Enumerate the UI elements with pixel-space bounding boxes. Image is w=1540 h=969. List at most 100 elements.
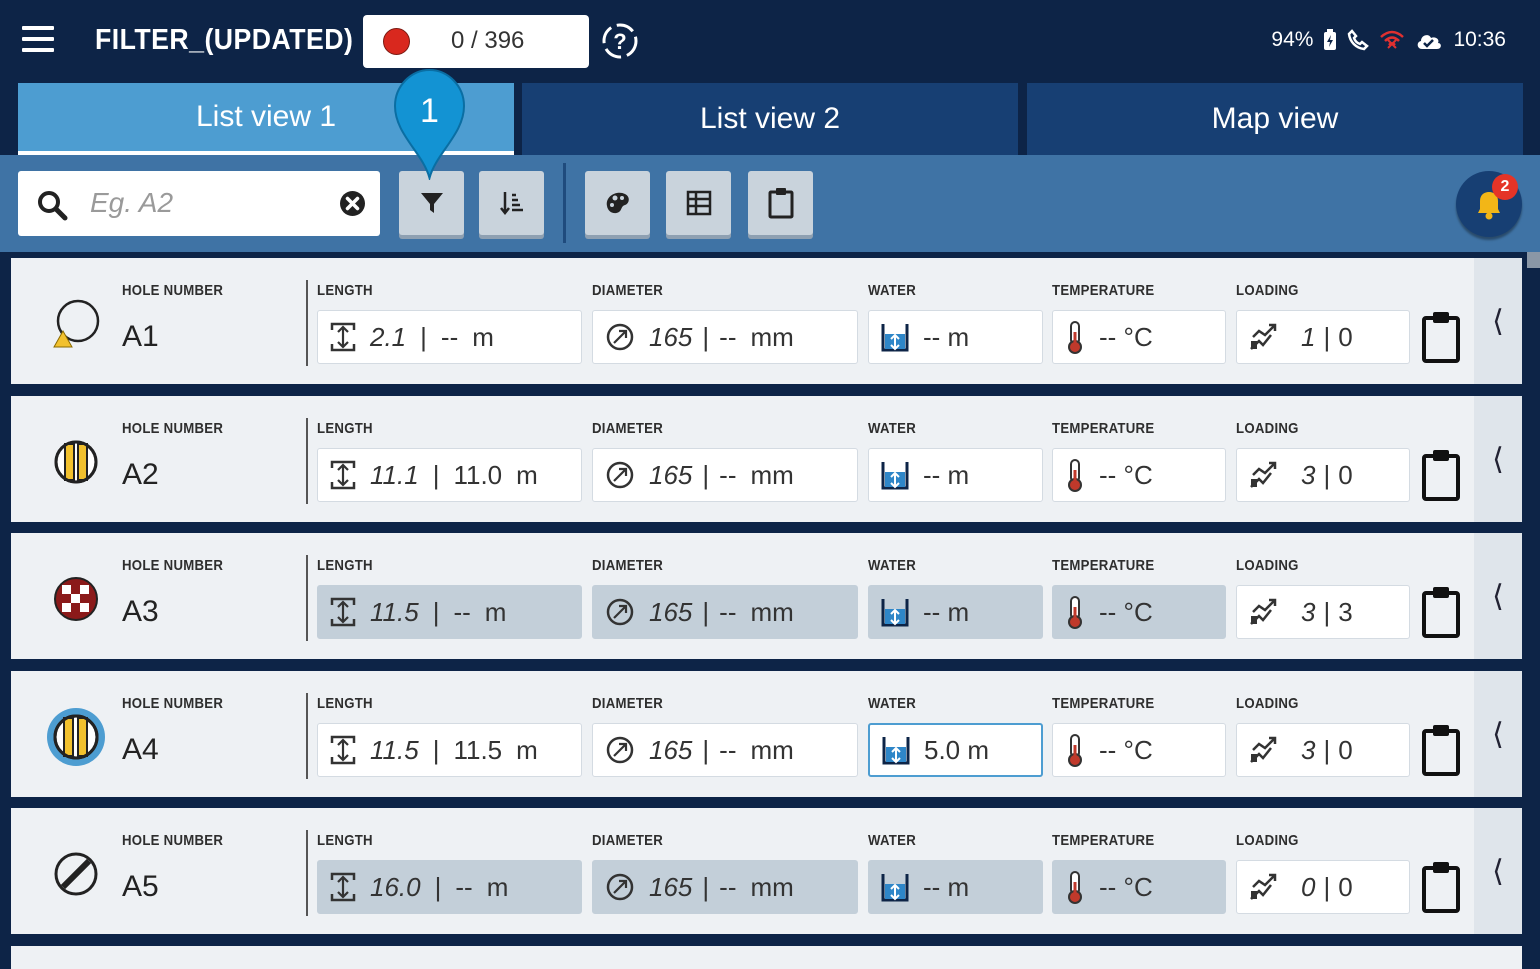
length-field[interactable]: 2.1 | -- m — [317, 310, 582, 364]
length-planned: 2.1 — [370, 321, 407, 352]
diameter-field[interactable]: 165 | -- mm — [592, 860, 858, 914]
temperature-field[interactable]: -- °C — [1052, 448, 1226, 502]
water-label: WATER — [868, 420, 917, 437]
tab-list-view-2[interactable]: List view 2 — [522, 83, 1018, 155]
length-field[interactable]: 11.5 | -- m — [317, 585, 582, 639]
water-field[interactable]: -- m — [868, 860, 1043, 914]
loading-field[interactable]: 3 | 3 — [1236, 585, 1410, 639]
expand-row-handle[interactable]: ⟨ — [1474, 808, 1522, 934]
diameter-planned: 165 — [649, 734, 693, 765]
temperature-field[interactable]: -- °C — [1052, 310, 1226, 364]
loading-actual: 0 — [1338, 871, 1353, 902]
diameter-unit: mm — [750, 596, 794, 627]
length-measured: -- — [440, 321, 459, 352]
record-dot-icon — [383, 28, 410, 55]
diameter-field[interactable]: 165 | -- mm — [592, 585, 858, 639]
water-value: -- m — [923, 321, 970, 352]
loading-field[interactable]: 1 | 0 — [1236, 310, 1410, 364]
diameter-label: DIAMETER — [592, 282, 664, 299]
list-item[interactable]: HOLE NUMBER A1 LENGTH 2.1 | -- m DIAMETE… — [11, 258, 1522, 384]
diameter-measured: -- — [719, 871, 737, 902]
water-icon — [881, 322, 909, 352]
striped-circle-icon — [51, 437, 101, 487]
phone-call-icon — [1347, 29, 1370, 51]
length-field[interactable]: 11.5 | 11.5 m — [317, 723, 582, 777]
loading-field[interactable]: 0 | 0 — [1236, 860, 1410, 914]
thermometer-icon — [1065, 458, 1085, 492]
temperature-value: -- °C — [1099, 734, 1153, 765]
loading-planned: 3 — [1301, 734, 1316, 765]
expand-row-handle[interactable]: ⟨ — [1474, 671, 1522, 797]
length-unit: m — [516, 734, 538, 765]
length-label: LENGTH — [317, 420, 373, 437]
length-field[interactable]: 11.1 | 11.0 m — [317, 448, 582, 502]
temperature-field[interactable]: -- °C — [1052, 860, 1226, 914]
temperature-field[interactable]: -- °C — [1052, 585, 1226, 639]
diameter-field[interactable]: 165 | -- mm — [592, 448, 858, 502]
filter-button[interactable] — [399, 171, 464, 235]
length-measured: -- — [453, 596, 471, 627]
loading-label: LOADING — [1236, 557, 1299, 574]
clock: 10:36 — [1453, 28, 1506, 51]
hole-number-label: HOLE NUMBER — [122, 420, 224, 437]
scrollbar[interactable] — [1527, 252, 1540, 268]
loading-label: LOADING — [1236, 832, 1299, 849]
clipboard-button[interactable] — [748, 171, 813, 235]
color-palette-button[interactable] — [585, 171, 650, 235]
water-field[interactable]: -- m — [868, 310, 1043, 364]
water-icon — [881, 872, 909, 902]
water-label: WATER — [868, 695, 917, 712]
list-item[interactable]: HOLE NUMBER A2 LENGTH 11.1 | 11.0 m DIAM… — [11, 396, 1522, 522]
list-item[interactable]: HOLE NUMBER A5 LENGTH 16.0 | -- m DIAMET… — [11, 808, 1522, 934]
help-icon[interactable]: ? — [601, 22, 639, 60]
length-unit: m — [486, 871, 509, 902]
tab-label: Map view — [1211, 102, 1339, 135]
length-field[interactable]: 16.0 | -- m — [317, 860, 582, 914]
tab-label: List view 1 — [195, 100, 337, 133]
list-item[interactable]: HOLE NUMBER A4 LENGTH 11.5 | 11.5 m DIAM… — [11, 671, 1522, 797]
sort-button[interactable] — [479, 171, 544, 235]
diameter-field[interactable]: 165 | -- mm — [592, 310, 858, 364]
water-field[interactable]: -- m — [868, 585, 1043, 639]
length-planned: 11.5 — [370, 596, 419, 627]
diameter-field[interactable]: 165 | -- mm — [592, 723, 858, 777]
diameter-measured: -- — [719, 596, 737, 627]
striped-circle-selected-icon — [47, 708, 105, 766]
water-value: -- m — [923, 596, 970, 627]
list-item[interactable]: HOLE NUMBER A3 LENGTH 11.5 | -- m DIAMET… — [11, 533, 1522, 659]
loading-field[interactable]: 3 | 0 — [1236, 723, 1410, 777]
clipboard-icon[interactable] — [1421, 723, 1461, 782]
temperature-field[interactable]: -- °C — [1052, 723, 1226, 777]
water-field[interactable]: 5.0 m — [868, 723, 1043, 777]
column-divider — [306, 555, 308, 641]
water-field[interactable]: -- m — [868, 448, 1043, 502]
expand-row-handle[interactable]: ⟨ — [1474, 396, 1522, 522]
diameter-label: DIAMETER — [592, 557, 664, 574]
water-value: -- m — [923, 459, 970, 490]
hole-number-label: HOLE NUMBER — [122, 695, 224, 712]
water-label: WATER — [868, 832, 917, 849]
clipboard-icon[interactable] — [1421, 310, 1461, 369]
clipboard-icon[interactable] — [1421, 585, 1461, 644]
record-counter[interactable]: 0 / 396 — [363, 15, 589, 68]
diameter-icon — [605, 322, 635, 352]
diameter-planned: 165 — [649, 871, 693, 902]
loading-field[interactable]: 3 | 0 — [1236, 448, 1410, 502]
search-input[interactable] — [90, 183, 320, 223]
hole-number-value: A4 — [122, 733, 159, 766]
clipboard-icon — [768, 188, 793, 219]
expand-row-handle[interactable]: ⟨ — [1474, 258, 1522, 384]
slashed-circle-icon — [51, 849, 101, 899]
temperature-value: -- °C — [1099, 459, 1153, 490]
table-view-button[interactable] — [666, 171, 731, 235]
column-divider — [306, 693, 308, 779]
clipboard-icon[interactable] — [1421, 448, 1461, 507]
length-icon — [330, 735, 356, 765]
loading-icon — [1249, 598, 1279, 626]
clipboard-icon[interactable] — [1421, 860, 1461, 919]
hamburger-menu-icon[interactable] — [22, 26, 54, 56]
expand-row-handle[interactable]: ⟨ — [1474, 533, 1522, 659]
tab-map-view[interactable]: Map view — [1027, 83, 1523, 155]
clear-search-icon[interactable] — [339, 190, 366, 217]
diameter-measured: -- — [719, 734, 737, 765]
